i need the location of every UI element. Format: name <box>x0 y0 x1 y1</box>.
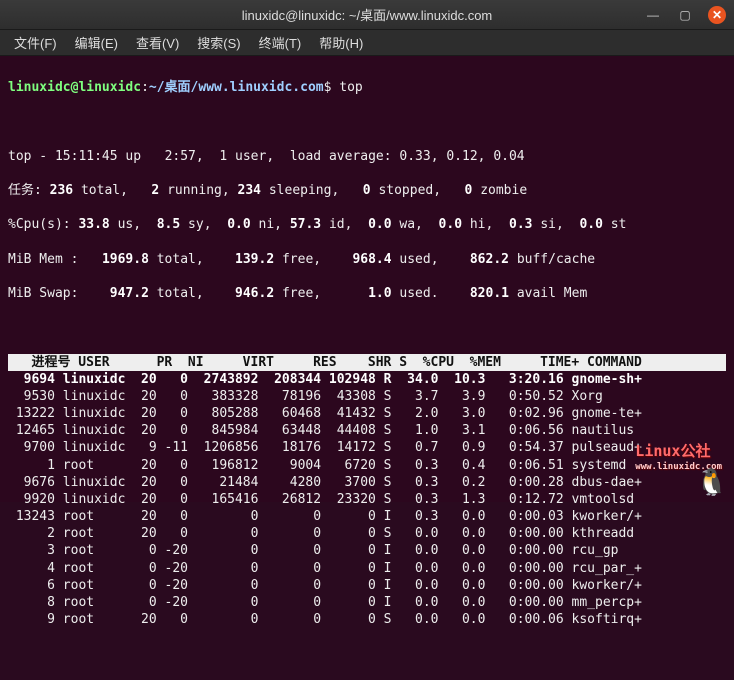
menu-edit[interactable]: 编辑(E) <box>75 33 118 52</box>
typed-command: top <box>339 80 362 95</box>
menu-file[interactable]: 文件(F) <box>14 33 57 52</box>
prompt-path: ~/桌面/www.linuxidc.com <box>149 80 324 95</box>
table-row: 12465 linuxidc 20 0 845984 63448 44408 S… <box>8 422 726 439</box>
terminal[interactable]: linuxidc@linuxidc:~/桌面/www.linuxidc.com$… <box>0 56 734 502</box>
process-list: 9694 linuxidc 20 0 2743892 208344 102948… <box>8 371 726 628</box>
table-row: 13222 linuxidc 20 0 805288 60468 41432 S… <box>8 405 726 422</box>
table-row: 9530 linuxidc 20 0 383328 78196 43308 S … <box>8 388 726 405</box>
table-row: 6 root 0 -20 0 0 0 I 0.0 0.0 0:00.00 kwo… <box>8 577 726 594</box>
swap-line: MiB Swap: 947.2 total, 946.2 free, 1.0 u… <box>8 285 726 302</box>
uptime-line: top - 15:11:45 up 2:57, 1 user, load ave… <box>8 148 726 165</box>
prompt-userhost: linuxidc@linuxidc <box>8 80 141 95</box>
table-row: 1 root 20 0 196812 9004 6720 S 0.3 0.4 0… <box>8 457 726 474</box>
table-row: 9694 linuxidc 20 0 2743892 208344 102948… <box>8 371 726 388</box>
maximize-icon[interactable]: ▢ <box>676 6 694 24</box>
tux-icon: 🐧 <box>696 470 728 496</box>
menu-help[interactable]: 帮助(H) <box>319 33 363 52</box>
minimize-icon[interactable]: — <box>644 6 662 24</box>
menu-view[interactable]: 查看(V) <box>136 33 179 52</box>
table-row: 13243 root 20 0 0 0 0 I 0.3 0.0 0:00.03 … <box>8 508 726 525</box>
tasks-line: 任务: 236 total, 2 running, 234 sleeping, … <box>8 182 726 199</box>
window-title: linuxidc@linuxidc: ~/桌面/www.linuxidc.com <box>8 5 726 24</box>
menu-terminal[interactable]: 终端(T) <box>259 33 302 52</box>
window-titlebar: linuxidc@linuxidc: ~/桌面/www.linuxidc.com… <box>0 0 734 30</box>
close-icon[interactable]: ✕ <box>708 6 726 24</box>
table-row: 9 root 20 0 0 0 0 S 0.0 0.0 0:00.06 ksof… <box>8 611 726 628</box>
table-row: 9920 linuxidc 20 0 165416 26812 23320 S … <box>8 491 726 508</box>
table-row: 3 root 0 -20 0 0 0 I 0.0 0.0 0:00.00 rcu… <box>8 542 726 559</box>
table-row: 4 root 0 -20 0 0 0 I 0.0 0.0 0:00.00 rcu… <box>8 560 726 577</box>
table-row: 2 root 20 0 0 0 0 S 0.0 0.0 0:00.00 kthr… <box>8 525 726 542</box>
prompt-line: linuxidc@linuxidc:~/桌面/www.linuxidc.com$… <box>8 79 726 96</box>
table-row: 9700 linuxidc 9 -11 1206856 18176 14172 … <box>8 439 726 456</box>
cpu-line: %Cpu(s): 33.8 us, 8.5 sy, 0.0 ni, 57.3 i… <box>8 216 726 233</box>
table-row: 9676 linuxidc 20 0 21484 4280 3700 S 0.3… <box>8 474 726 491</box>
menubar: 文件(F) 编辑(E) 查看(V) 搜索(S) 终端(T) 帮助(H) <box>0 30 734 56</box>
table-row: 8 root 0 -20 0 0 0 I 0.0 0.0 0:00.00 mm_… <box>8 594 726 611</box>
mem-line: MiB Mem : 1969.8 total, 139.2 free, 968.… <box>8 251 726 268</box>
menu-search[interactable]: 搜索(S) <box>197 33 240 52</box>
column-header: 进程号 USER PR NI VIRT RES SHR S %CPU %MEM … <box>8 354 726 371</box>
